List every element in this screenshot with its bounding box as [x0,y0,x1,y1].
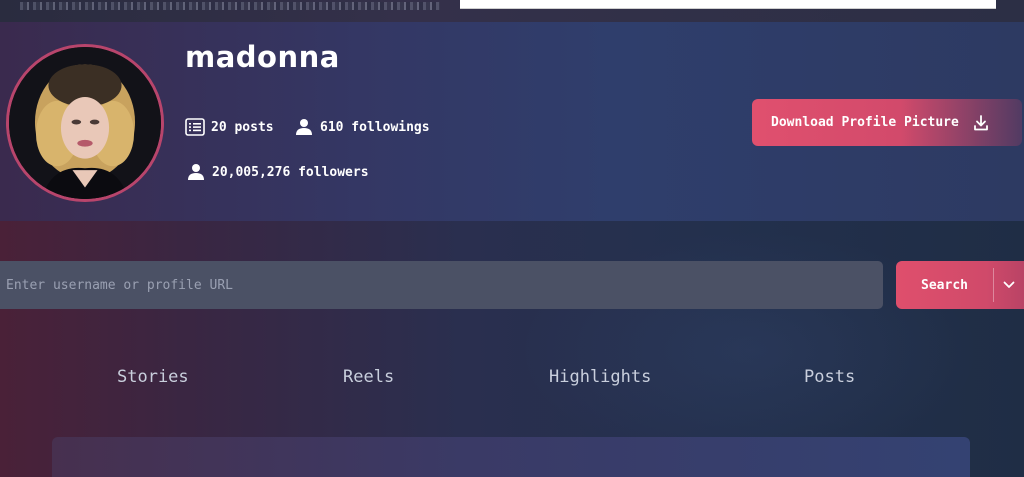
content-card [52,437,970,477]
avatar [6,44,164,202]
tab-stories[interactable]: Stories [117,367,189,387]
search-dropdown-toggle[interactable] [994,281,1024,289]
user-icon [296,119,312,135]
profile-photo [9,47,161,199]
search-input[interactable] [0,261,883,309]
user-icon [188,164,204,180]
search-button[interactable]: Search [896,261,1024,309]
followers-count-label: 20,005,276 followers [212,164,369,180]
download-profile-picture-button[interactable]: Download Profile Picture [752,99,1022,146]
blurred-header-text [20,2,440,10]
followers-count: 20,005,276 followers [186,163,369,181]
tab-highlights[interactable]: Highlights [549,367,651,387]
followings-count: 610 followings [294,118,430,136]
top-strip [0,0,1024,22]
posts-count: 20 posts [185,118,274,136]
download-icon [973,114,988,130]
tab-reels[interactable]: Reels [343,367,394,387]
search-button-label: Search [921,277,968,293]
white-bar [460,0,996,9]
username: madonna [185,40,340,74]
tab-posts[interactable]: Posts [804,367,855,387]
posts-count-label: 20 posts [211,119,274,135]
chevron-down-icon [1003,281,1015,288]
download-button-label: Download Profile Picture [771,115,959,130]
followings-count-label: 610 followings [320,119,430,135]
list-icon [185,118,205,136]
